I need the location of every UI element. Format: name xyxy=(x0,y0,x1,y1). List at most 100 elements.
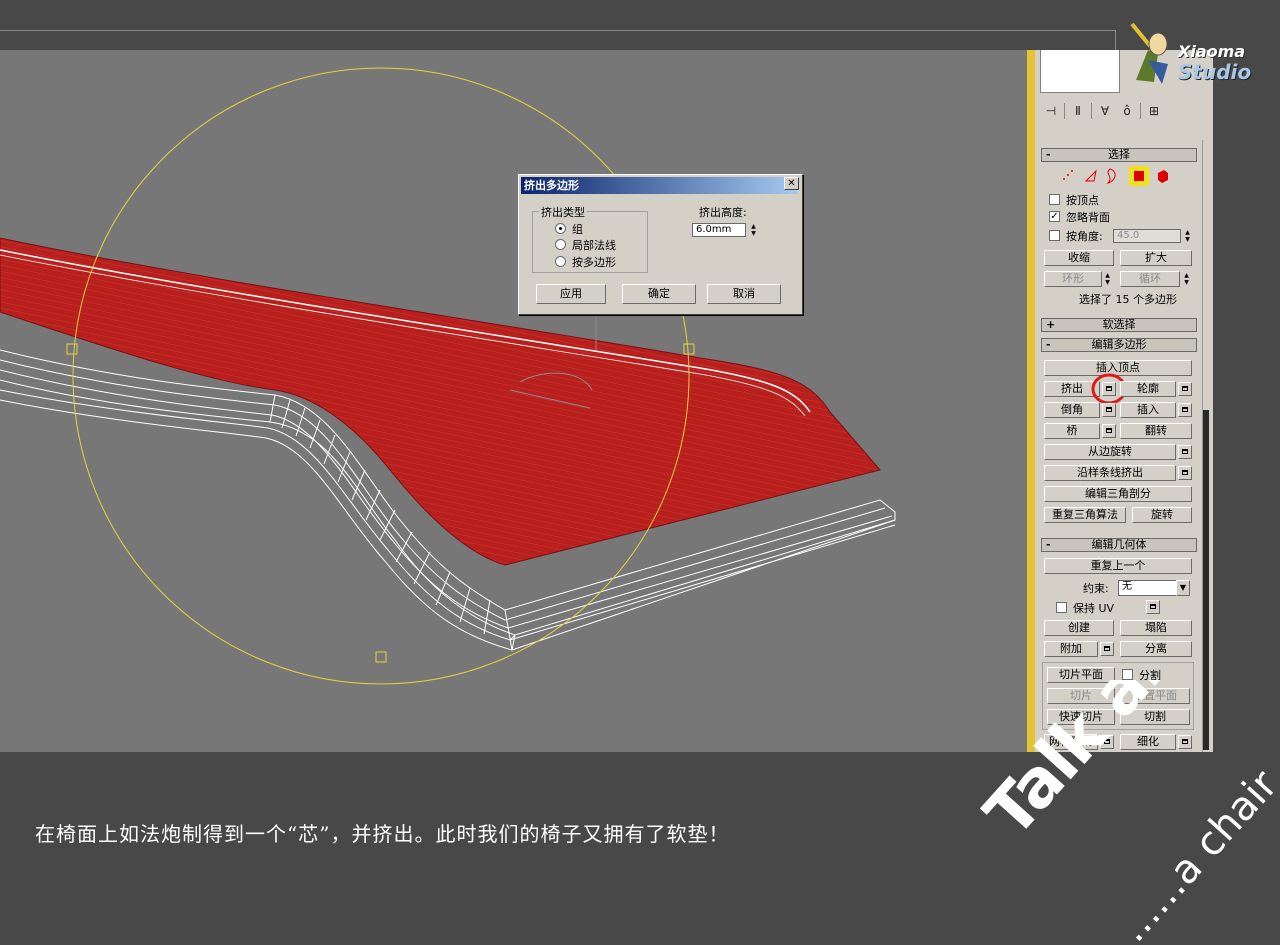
gizmo-handle-right xyxy=(683,343,695,355)
cancel-button[interactable]: 取消 xyxy=(707,284,781,304)
configure-modifier-sets-icon[interactable]: ⊞ xyxy=(1145,102,1163,120)
ring-button[interactable]: 环形 xyxy=(1044,271,1102,287)
extrude-height-spinner[interactable]: ▲ ▼ xyxy=(749,223,758,237)
extrude-along-spline-button[interactable]: 沿样条线挤出 xyxy=(1044,465,1176,481)
polygon-level-icon xyxy=(1134,171,1144,181)
bridge-button[interactable]: 桥 xyxy=(1044,423,1100,439)
logo-line2: Studio xyxy=(1178,60,1252,84)
radio-by-polygon[interactable] xyxy=(555,256,566,267)
constraints-label: 约束: xyxy=(1083,582,1109,595)
extrude-along-spline-settings-button[interactable] xyxy=(1178,466,1192,480)
extrude-type-label: 挤出类型 xyxy=(539,204,587,220)
preserve-uv-checkbox[interactable] xyxy=(1056,602,1067,613)
detach-button[interactable]: 分离 xyxy=(1120,641,1192,657)
rollout-toggle: - xyxy=(1046,148,1051,161)
selection-status: 选择了 15 个多边形 xyxy=(1079,293,1177,306)
edit-triangulation-button[interactable]: 编辑三角剖分 xyxy=(1044,486,1192,502)
gizmo-handle-bottom xyxy=(375,651,387,663)
viewport-scene xyxy=(0,67,896,685)
viewport-frame xyxy=(0,30,1116,51)
hinge-settings-button[interactable] xyxy=(1178,445,1192,459)
extrude-polygons-dialog: 挤出多边形 ✕ 挤出类型 组 局部法线 按多边形 挤出高度: 6.0mm ▲ ▼ … xyxy=(518,174,803,315)
rollout-toggle: - xyxy=(1046,538,1051,551)
rollout-soft-selection[interactable]: + 软选择 xyxy=(1041,318,1197,332)
watermark: Talk about ......a chair xyxy=(960,680,1280,945)
show-end-result-icon[interactable]: Ⅱ xyxy=(1069,102,1087,120)
ring-spinner[interactable]: ▲ ▼ xyxy=(1103,272,1112,286)
viewport-active-border xyxy=(1027,50,1035,752)
constraints-select[interactable]: 无 xyxy=(1118,580,1178,596)
ok-button[interactable]: 确定 xyxy=(622,284,696,304)
vertex-level-icon xyxy=(1063,170,1073,180)
panel-toolbar: ⊣ Ⅱ ∀ ô ⊞ xyxy=(1036,98,1212,124)
loop-button[interactable]: 循环 xyxy=(1120,271,1180,287)
caption-text: 在椅面上如法炮制得到一个“芯”，并挤出。此时我们的椅子又拥有了软垫！ xyxy=(35,822,730,846)
ignore-backfacing-checkbox[interactable]: ✓ xyxy=(1049,211,1060,222)
gizmo-handle-left xyxy=(66,343,78,355)
toolbar-separator xyxy=(1140,103,1141,119)
radio-local-normal-label: 局部法线 xyxy=(572,239,616,252)
logo-line1: Xiaoma xyxy=(1178,42,1246,61)
turn-button[interactable]: 旋转 xyxy=(1132,507,1192,523)
constraints-dropdown-arrow[interactable]: ▼ xyxy=(1176,580,1190,596)
attach-button[interactable]: 附加 xyxy=(1044,641,1098,657)
split-checkbox[interactable] xyxy=(1122,669,1133,680)
subobject-level-icons xyxy=(1063,166,1168,186)
object-name-field[interactable] xyxy=(1040,50,1120,93)
outline-button[interactable]: 轮廓 xyxy=(1120,381,1176,397)
shrink-button[interactable]: 收缩 xyxy=(1044,250,1114,266)
rollout-edit-geometry[interactable]: - 编辑几何体 xyxy=(1041,538,1197,552)
rollout-toggle: - xyxy=(1046,338,1051,351)
dialog-close-button[interactable]: ✕ xyxy=(784,177,799,190)
outline-settings-button[interactable] xyxy=(1178,382,1192,396)
border-level-icon xyxy=(1106,168,1116,184)
rollout-edit-polygons[interactable]: - 编辑多边形 xyxy=(1041,338,1197,352)
preserve-uv-settings-button[interactable] xyxy=(1146,600,1160,614)
create-button[interactable]: 创建 xyxy=(1044,620,1114,636)
radio-group[interactable] xyxy=(555,223,566,234)
by-vertex-label: 按顶点 xyxy=(1066,194,1099,207)
rollout-toggle: + xyxy=(1046,318,1056,331)
studio-logo: Xiaoma Studio xyxy=(1128,20,1258,90)
make-unique-icon[interactable]: ∀ xyxy=(1096,102,1114,120)
extrude-height-label: 挤出高度: xyxy=(699,206,747,219)
inset-settings-button[interactable] xyxy=(1178,403,1192,417)
by-vertex-checkbox[interactable] xyxy=(1049,194,1060,205)
perspective-viewport[interactable] xyxy=(0,50,1027,752)
retriangulate-button[interactable]: 重复三角算法 xyxy=(1044,507,1126,523)
collapse-button[interactable]: 塌陷 xyxy=(1120,620,1192,636)
inset-button[interactable]: 插入 xyxy=(1120,402,1176,418)
angle-input[interactable]: 45.0 xyxy=(1113,229,1181,243)
rollout-title: 选择 xyxy=(1108,148,1130,161)
element-level-icon xyxy=(1158,170,1168,183)
pin-stack-icon[interactable]: ⊣ xyxy=(1042,102,1060,120)
dialog-title: 挤出多边形 xyxy=(521,177,798,194)
apply-button[interactable]: 应用 xyxy=(536,284,606,304)
flip-button[interactable]: 翻转 xyxy=(1120,423,1192,439)
rollout-title: 编辑多边形 xyxy=(1091,338,1147,351)
loop-spinner[interactable]: ▲ ▼ xyxy=(1182,272,1191,286)
bevel-button[interactable]: 倒角 xyxy=(1044,402,1100,418)
ignore-backfacing-label: 忽略背面 xyxy=(1066,211,1110,224)
extrude-height-input[interactable]: 6.0mm xyxy=(692,223,746,237)
edge-level-icon xyxy=(1084,169,1097,182)
angle-spinner[interactable]: ▲ ▼ xyxy=(1183,229,1192,243)
radio-local-normal[interactable] xyxy=(555,239,566,250)
remove-modifier-icon[interactable]: ô xyxy=(1118,102,1136,120)
radio-by-polygon-label: 按多边形 xyxy=(572,256,616,269)
rollout-selection[interactable]: - 选择 xyxy=(1041,148,1197,162)
watermark-subtitle: ......a chair xyxy=(1110,761,1280,945)
panel-background xyxy=(1213,50,1280,752)
grow-button[interactable]: 扩大 xyxy=(1120,250,1192,266)
bridge-settings-button[interactable] xyxy=(1102,424,1116,438)
by-angle-label: 按角度: xyxy=(1066,230,1103,243)
repeat-last-button[interactable]: 重复上一个 xyxy=(1044,558,1192,574)
bevel-settings-button[interactable] xyxy=(1102,403,1116,417)
by-angle-checkbox[interactable] xyxy=(1049,230,1060,241)
rollout-title: 软选择 xyxy=(1102,318,1136,331)
radio-group-label: 组 xyxy=(572,223,583,236)
rollout-title: 编辑几何体 xyxy=(1091,538,1147,551)
toolbar-separator xyxy=(1091,103,1092,119)
attach-list-button[interactable] xyxy=(1100,642,1114,656)
hinge-from-edge-button[interactable]: 从边旋转 xyxy=(1044,444,1176,460)
